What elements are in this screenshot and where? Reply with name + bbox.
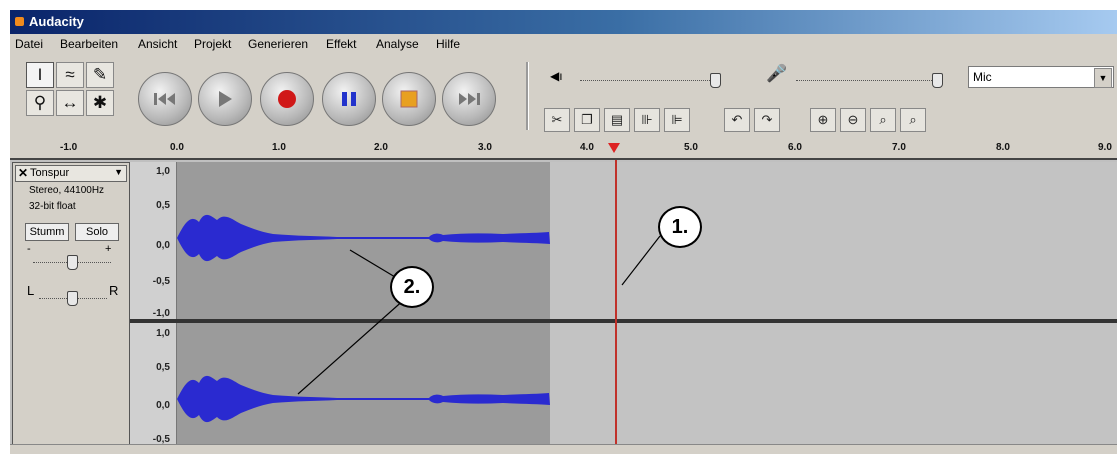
chevron-down-icon[interactable]: ▼: [1094, 68, 1112, 88]
skip-to-end-button[interactable]: [442, 72, 496, 126]
zoom-in-icon[interactable]: ⊕: [810, 108, 836, 132]
ruler-tick: 3.0: [478, 142, 492, 153]
selection-tool-icon[interactable]: I: [26, 62, 54, 88]
skip-end-icon: [459, 93, 480, 105]
pause-icon: [342, 92, 356, 106]
microphone-icon: 🎤: [766, 64, 788, 83]
track-area: ✕ Tonspur ▼ Stereo, 44100Hz 32-bit float…: [10, 160, 1117, 446]
skip-to-start-button[interactable]: [138, 72, 192, 126]
menu-datei[interactable]: Datei: [15, 37, 43, 51]
input-volume-slider[interactable]: [796, 80, 936, 81]
ruler-tick: 4.0: [580, 142, 594, 153]
ruler-tick: 0.0: [170, 142, 184, 153]
annotation-callout-2: 2.: [390, 266, 434, 308]
silence-icon[interactable]: ⊫: [664, 108, 690, 132]
ruler-tick: 8.0: [996, 142, 1010, 153]
menu-bearbeiten[interactable]: Bearbeiten: [60, 37, 118, 51]
menu-ansicht[interactable]: Ansicht: [138, 37, 177, 51]
pause-button[interactable]: [322, 72, 376, 126]
record-icon: [278, 90, 296, 108]
fit-selection-icon[interactable]: ⌕: [870, 108, 896, 132]
undo-icon[interactable]: ↶: [724, 108, 750, 132]
horizontal-scrollbar[interactable]: [10, 444, 1117, 454]
output-volume-thumb[interactable]: [710, 73, 721, 88]
copy-icon[interactable]: ❐: [574, 108, 600, 132]
fit-project-icon[interactable]: ⌕: [900, 108, 926, 132]
ruler-tick: 9.0: [1098, 142, 1112, 153]
menu-generieren[interactable]: Generieren: [248, 37, 308, 51]
envelope-tool-icon[interactable]: ≈: [56, 62, 84, 88]
play-icon: [219, 91, 232, 107]
menu-hilfe[interactable]: Hilfe: [436, 37, 460, 51]
play-button[interactable]: [198, 72, 252, 126]
menu-bar: Datei Bearbeiten Ansicht Projekt Generie…: [10, 34, 1117, 54]
zoom-tool-icon[interactable]: ⚲: [26, 90, 54, 116]
title-bar: Audacity: [10, 10, 1117, 34]
annotation-lines: [297, 235, 661, 395]
output-volume-slider[interactable]: [580, 80, 720, 81]
input-device-select[interactable]: Mic ▼: [968, 66, 1114, 88]
speaker-icon: ◀ı: [550, 69, 563, 83]
zoom-out-icon[interactable]: ⊖: [840, 108, 866, 132]
audacity-app-icon: [15, 17, 24, 26]
playhead-marker-icon[interactable]: [608, 143, 620, 153]
annotation-callout-1: 1.: [658, 206, 702, 248]
menu-projekt[interactable]: Projekt: [194, 37, 231, 51]
skip-start-icon: [154, 93, 175, 105]
timeline-ruler[interactable]: -1.0 0.0 1.0 2.0 3.0 4.0 5.0 6.0 7.0 8.0…: [10, 140, 1117, 160]
menu-effekt[interactable]: Effekt: [326, 37, 356, 51]
input-volume-thumb[interactable]: [932, 73, 943, 88]
window-title: Audacity: [29, 14, 84, 29]
time-shift-tool-icon[interactable]: ↔: [56, 90, 84, 116]
trim-icon[interactable]: ⊪: [634, 108, 660, 132]
stop-icon: [400, 90, 418, 108]
record-button[interactable]: [260, 72, 314, 126]
input-device-value: Mic: [973, 70, 992, 84]
ruler-tick: 7.0: [892, 142, 906, 153]
redo-icon[interactable]: ↷: [754, 108, 780, 132]
stop-button[interactable]: [382, 72, 436, 126]
ruler-tick: 2.0: [374, 142, 388, 153]
toolbar: I ≈ ✎ ⚲ ↔ ✱ ◀ı 🎤 Mic ▼ ✂ ❐ ▤ ⊪ ⊫ ↶ ↷ ⊕ ⊖…: [10, 56, 1117, 140]
multi-tool-icon[interactable]: ✱: [86, 90, 114, 116]
ruler-tick: 1.0: [272, 142, 286, 153]
paste-icon[interactable]: ▤: [604, 108, 630, 132]
draw-tool-icon[interactable]: ✎: [86, 62, 114, 88]
ruler-tick: 5.0: [684, 142, 698, 153]
audacity-window: Audacity Datei Bearbeiten Ansicht Projek…: [10, 10, 1117, 454]
ruler-tick: 6.0: [788, 142, 802, 153]
cut-icon[interactable]: ✂: [544, 108, 570, 132]
ruler-tick: -1.0: [60, 142, 78, 153]
menu-analyse[interactable]: Analyse: [376, 37, 419, 51]
toolbar-separator: [526, 62, 529, 130]
